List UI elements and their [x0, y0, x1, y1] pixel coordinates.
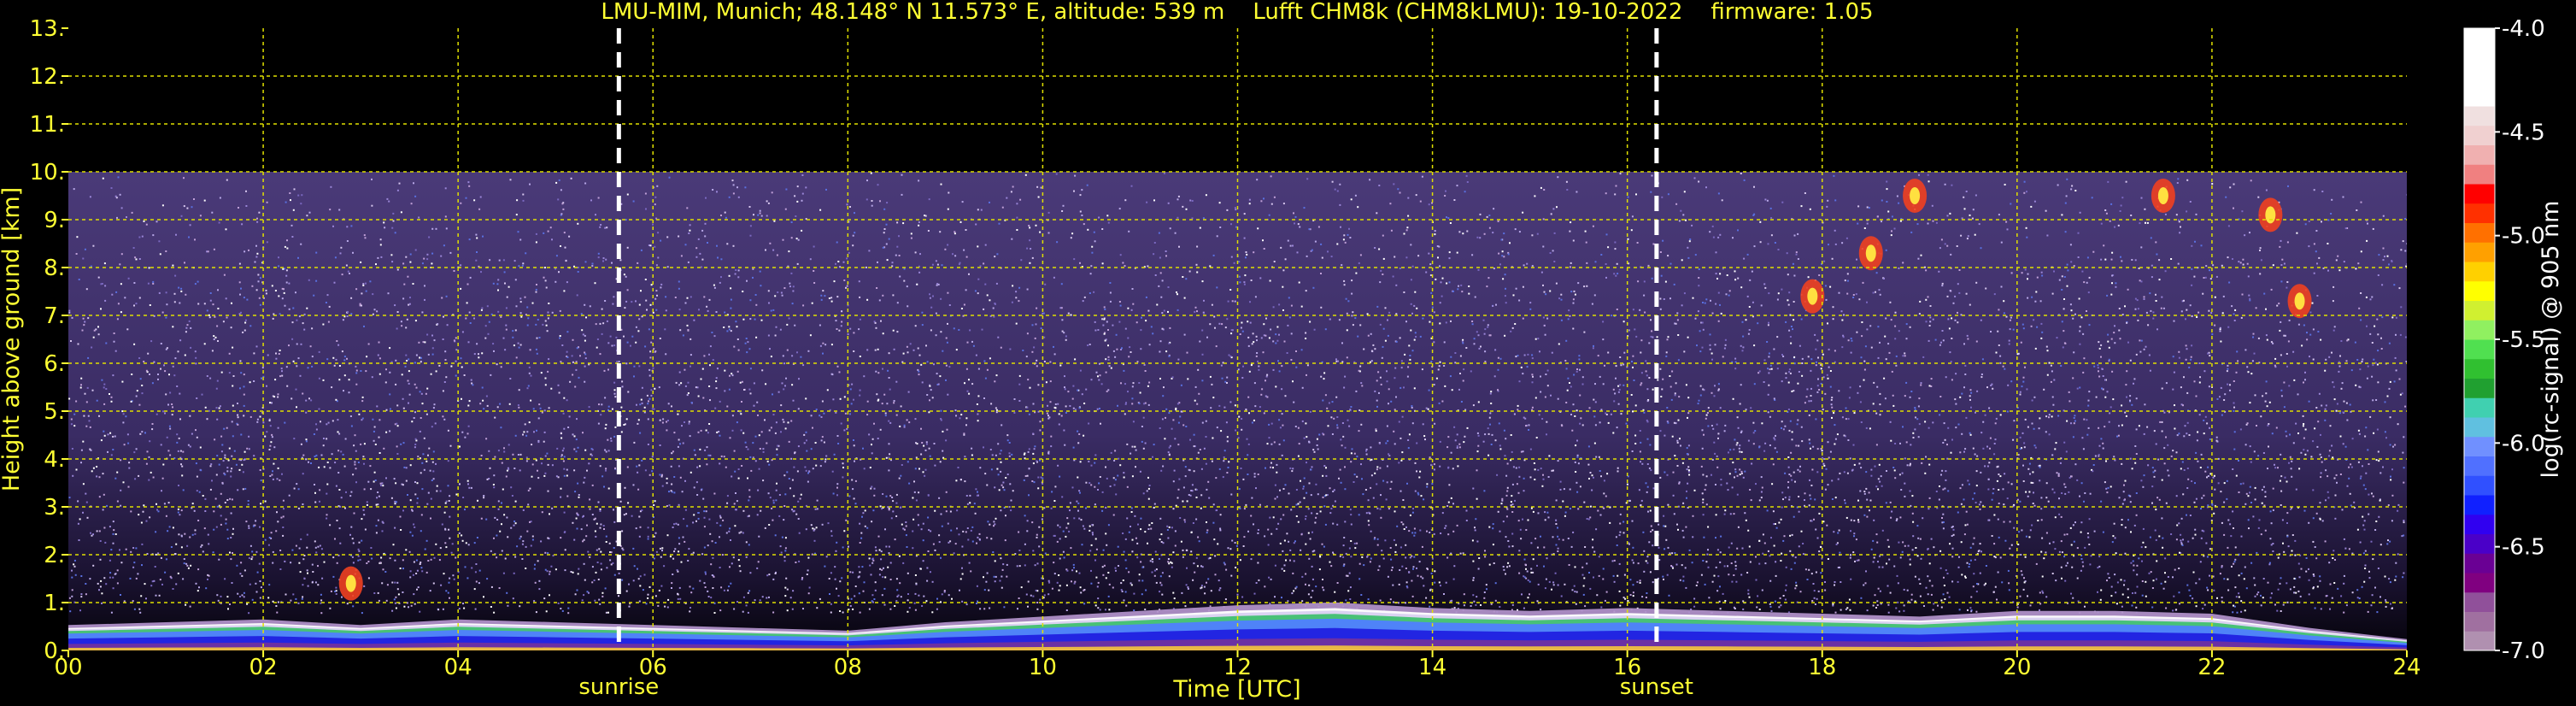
colorbar-seg-15	[2464, 339, 2495, 360]
colorbar-seg-6	[2464, 514, 2495, 534]
ytick-label-4: 4.	[44, 447, 65, 473]
colorbar-seg-30	[2464, 47, 2495, 68]
cloud-patch-core-4	[1865, 244, 1876, 262]
cloud-patch-core-5	[1807, 287, 1818, 305]
colorbar-seg-13	[2464, 378, 2495, 398]
ytick-label-8: 8.	[44, 256, 65, 281]
ytick-label-11: 11.	[30, 112, 65, 138]
xtick-label-8: 16	[1613, 655, 1641, 680]
xtick-label-10: 20	[2003, 655, 2031, 680]
x-axis-label: Time [UTC]	[1172, 676, 1300, 703]
colorbar-seg-5	[2464, 533, 2495, 554]
colorbar-seg-27	[2464, 106, 2495, 126]
y-axis-ticks: 0.1.2.3.4.5.6.7.8.9.10.11.12.13.	[30, 16, 68, 664]
colorbar-seg-23	[2464, 184, 2495, 204]
colorbar-seg-7	[2464, 495, 2495, 515]
xtick-label-7: 14	[1418, 655, 1446, 680]
colorbar-seg-2	[2464, 591, 2495, 612]
colorbar-seg-24	[2464, 164, 2495, 185]
xtick-label-0: 00	[54, 655, 82, 680]
colorbar-seg-14	[2464, 358, 2495, 379]
colorbar-seg-26	[2464, 125, 2495, 145]
colorbar-seg-17	[2464, 300, 2495, 321]
xtick-label-4: 08	[834, 655, 862, 680]
ytick-label-3: 3.	[44, 495, 65, 521]
colorbar-tick-label-1: -4.5	[2502, 120, 2545, 145]
colorbar-seg-4	[2464, 553, 2495, 574]
chart-title: LMU-MIM, Munich; 48.148° N 11.573° E, al…	[601, 0, 1873, 25]
colorbar-tick-label-6: -7.0	[2502, 638, 2545, 664]
colorbar-seg-0	[2464, 631, 2495, 651]
colorbar-seg-11	[2464, 417, 2495, 438]
colorbar-seg-25	[2464, 144, 2495, 165]
cloud-patch-core-0	[1910, 187, 1921, 204]
xtick-label-9: 18	[1808, 655, 1836, 680]
ytick-label-6: 6.	[44, 351, 65, 377]
cloud-patch-core-6	[345, 574, 356, 592]
ytick-label-9: 9.	[44, 208, 65, 233]
colorbar-label: log(rc-signal) @ 905 nm	[2538, 201, 2564, 479]
colorbar-seg-10	[2464, 436, 2495, 456]
ytick-label-5: 5.	[44, 399, 65, 425]
ytick-label-2: 2.	[44, 543, 65, 568]
colorbar-seg-22	[2464, 203, 2495, 223]
colorbar-seg-12	[2464, 397, 2495, 418]
xtick-label-2: 04	[444, 655, 472, 680]
colorbar-seg-1	[2464, 611, 2495, 632]
colorbar: -4.0-4.5-5.0-5.5-6.0-6.5-7.0	[2463, 16, 2545, 664]
colorbar-seg-29	[2464, 67, 2495, 87]
ceilometer-chart: sunrise sunset 0.1.2.3.4.5.6.7.8.9.10.11.…	[0, 0, 2564, 703]
colorbar-seg-28	[2464, 86, 2495, 107]
ytick-label-13: 13.	[30, 16, 65, 42]
ytick-label-7: 7.	[44, 303, 65, 329]
colorbar-seg-31	[2464, 28, 2495, 49]
ytick-label-10: 10.	[30, 160, 65, 185]
ytick-label-12: 12.	[30, 64, 65, 90]
colorbar-tick-label-0: -4.0	[2502, 16, 2545, 42]
colorbar-seg-3	[2464, 573, 2495, 593]
cloud-patch-core-1	[2157, 187, 2168, 204]
colorbar-seg-16	[2464, 320, 2495, 340]
colorbar-seg-21	[2464, 222, 2495, 243]
xtick-label-11: 22	[2198, 655, 2226, 680]
colorbar-seg-9	[2464, 456, 2495, 476]
colorbar-seg-8	[2464, 475, 2495, 496]
xtick-label-12: 24	[2392, 655, 2421, 680]
colorbar-seg-18	[2464, 280, 2495, 301]
xtick-label-3: 06	[639, 655, 667, 680]
colorbar-seg-19	[2464, 262, 2495, 282]
y-axis-label: Height above ground [km]	[0, 187, 25, 491]
xtick-label-1: 02	[249, 655, 278, 680]
colorbar-tick-label-5: -6.5	[2502, 535, 2545, 561]
colorbar-seg-20	[2464, 242, 2495, 262]
cloud-patch-core-3	[2294, 292, 2305, 310]
xtick-label-5: 10	[1029, 655, 1057, 680]
cloud-patch-core-2	[2265, 206, 2276, 224]
ytick-label-1: 1.	[44, 591, 65, 616]
